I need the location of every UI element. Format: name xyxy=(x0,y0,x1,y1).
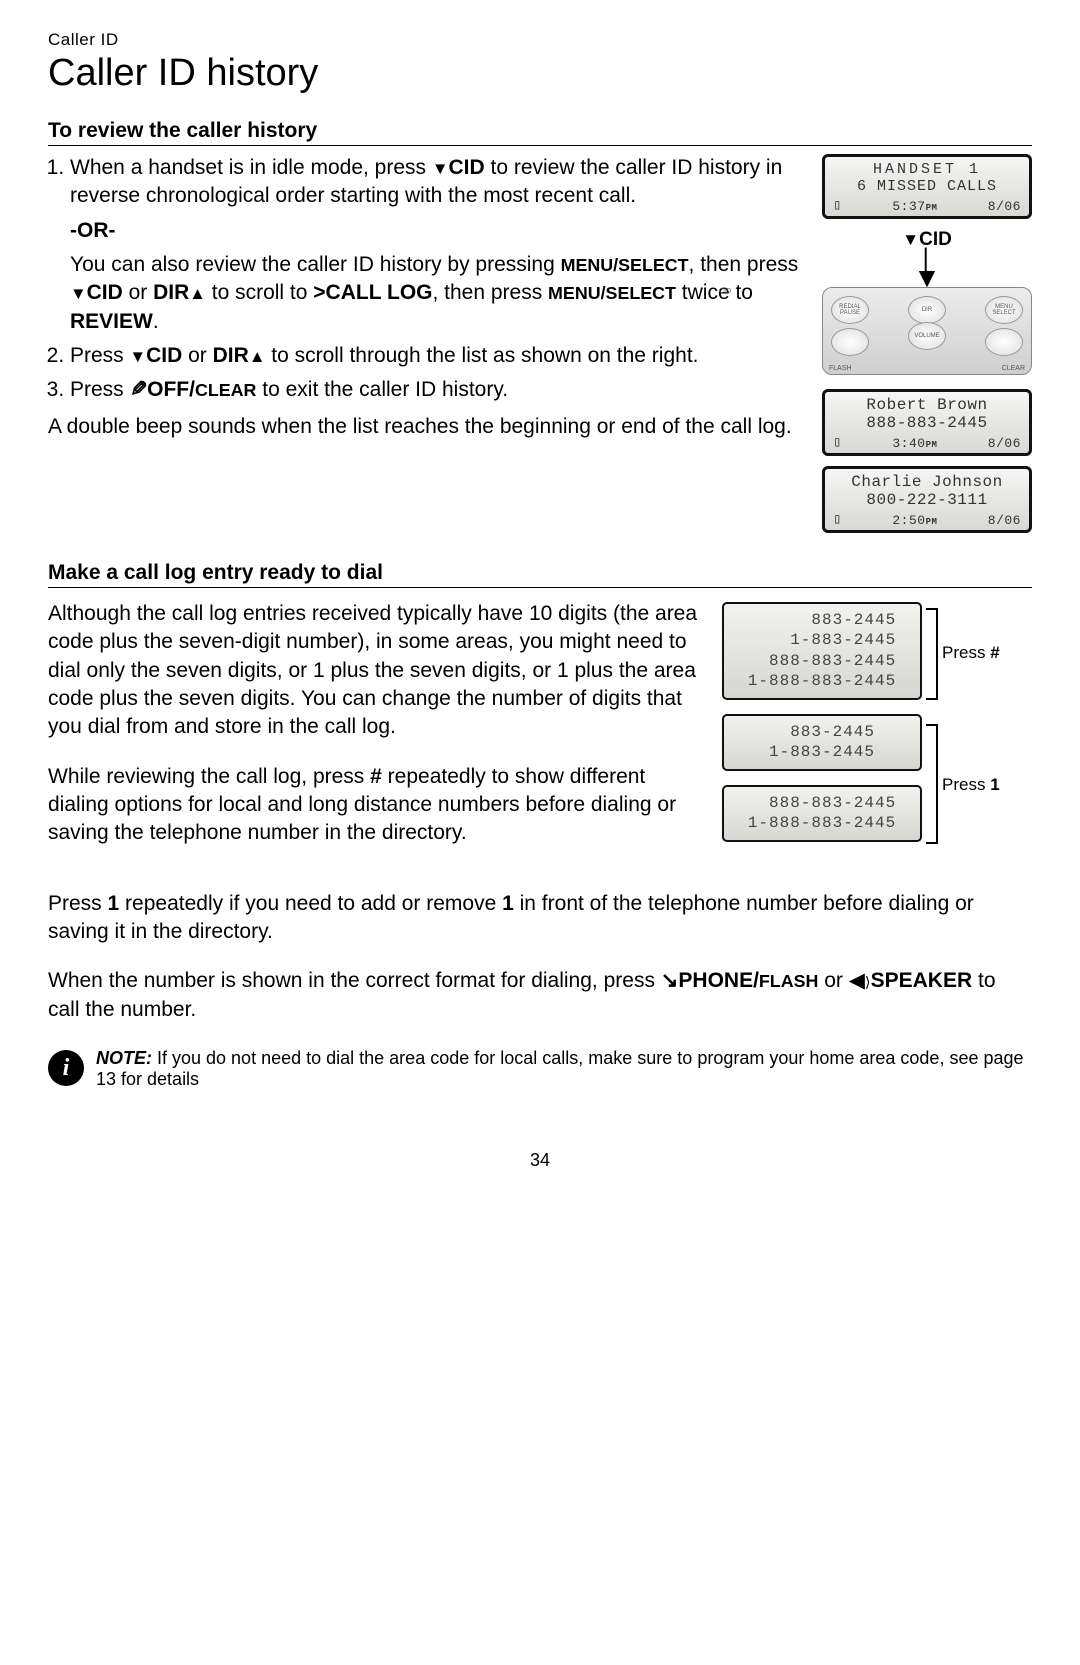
breadcrumb: Caller ID xyxy=(48,30,1032,50)
bracket-hash xyxy=(926,608,938,700)
phone-handset-icon xyxy=(661,969,679,992)
up-triangle-icon xyxy=(249,344,266,367)
lcd-panel-call-2: Charlie Johnson 800-222-3111 ▯ 2:50PM 8/… xyxy=(822,466,1032,533)
number-panel-1a: 883-24451-883-2445 xyxy=(722,714,922,771)
keypad-flash: FLASH xyxy=(829,365,852,372)
arrow-down-icon: │▼ xyxy=(822,257,1032,285)
label-press-1: Press 1 xyxy=(942,774,1000,797)
keypad-volume: VOLUME xyxy=(908,322,946,350)
down-triangle-icon xyxy=(70,281,87,304)
battery-icon: ▯ xyxy=(833,434,842,451)
keypad-clear: CLEAR xyxy=(1002,365,1025,372)
step-3: Press OFF/CLEAR to exit the caller ID hi… xyxy=(70,376,802,404)
lcd-panel-handset: HANDSET 1 6 MISSED CALLS ▯ 5:37PM 8/06 xyxy=(822,154,1032,219)
page-title: Caller ID history xyxy=(48,52,1032,95)
info-icon: i xyxy=(48,1050,84,1086)
page-number: 34 xyxy=(48,1150,1032,1171)
number-panel-hash: 883-2445 1-883-2445 888-883-24451-888-88… xyxy=(722,602,922,700)
section1-tail: A double beep sounds when the list reach… xyxy=(48,413,802,441)
battery-icon: ▯ xyxy=(833,511,842,528)
up-triangle-icon xyxy=(189,281,206,304)
keypad-illustration: REDIAL PAUSE DIR MENU SELECT VOLUME CID … xyxy=(822,287,1032,375)
section2-heading: Make a call log entry ready to dial xyxy=(48,561,1032,588)
keypad-phone xyxy=(831,328,869,356)
section1-heading: To review the caller history xyxy=(48,119,1032,146)
down-triangle-icon xyxy=(432,156,449,179)
keypad-redial: REDIAL PAUSE xyxy=(831,296,869,324)
label-press-hash: Press # xyxy=(942,642,1000,665)
bracket-1 xyxy=(926,724,938,844)
battery-icon: ▯ xyxy=(833,197,842,214)
sec2-p2: While reviewing the call log, press # re… xyxy=(48,763,704,848)
keypad-dir: DIR xyxy=(908,296,946,324)
speaker-icon xyxy=(849,969,871,992)
keypad-cid: CID xyxy=(719,288,927,295)
step-2: Press CID or DIR to scroll through the l… xyxy=(70,342,802,370)
lcd-panel-call-1: Robert Brown 888-883-2445 ▯ 3:40PM 8/06 xyxy=(822,389,1032,456)
note-block: i NOTE: If you do not need to dial the a… xyxy=(48,1048,1032,1090)
sec2-p4: When the number is shown in the correct … xyxy=(48,967,1032,1024)
keypad-off xyxy=(985,328,1023,356)
number-panel-1b: 888-883-24451-888-883-2445 xyxy=(722,785,922,842)
sec2-p3: Press 1 repeatedly if you need to add or… xyxy=(48,890,1032,947)
keypad-menu: MENU SELECT xyxy=(985,296,1023,324)
off-handset-icon xyxy=(130,378,148,401)
sec2-p1: Although the call log entries received t… xyxy=(48,600,704,742)
step-1: When a handset is in idle mode, press CI… xyxy=(70,154,802,336)
down-triangle-icon xyxy=(902,229,919,250)
or-label: -OR- xyxy=(70,217,802,245)
down-triangle-icon xyxy=(130,344,147,367)
